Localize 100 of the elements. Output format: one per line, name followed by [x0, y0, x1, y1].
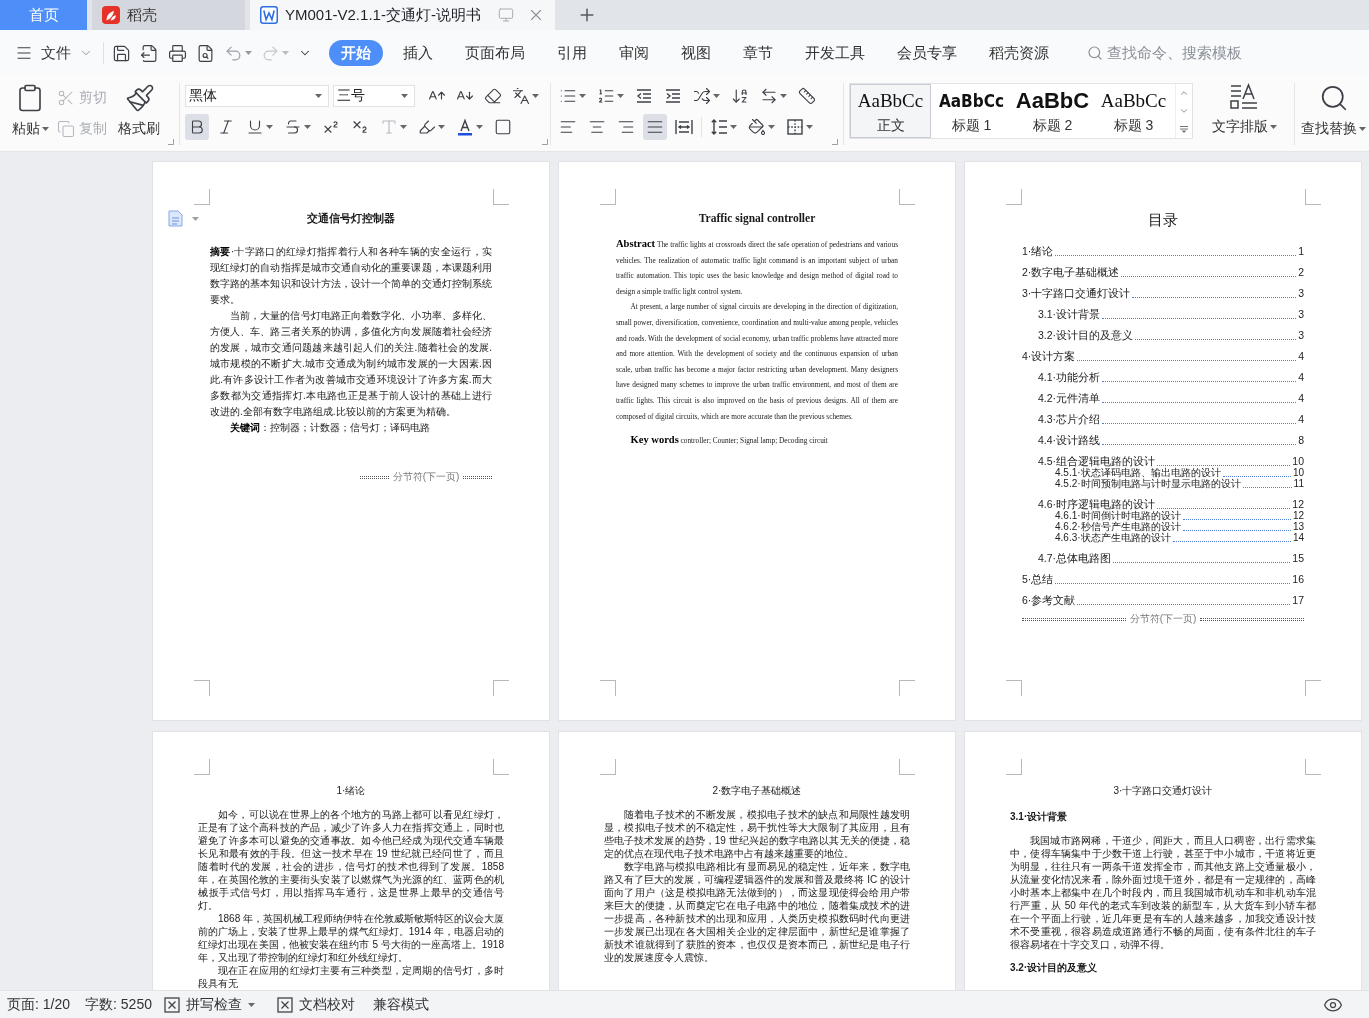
section-heading: 1·绪论	[335, 784, 367, 798]
proofread-button[interactable]: 文档校对	[276, 995, 355, 1014]
checkbox-x-icon	[276, 996, 293, 1013]
search-icon	[1087, 45, 1103, 61]
toc-entry[interactable]: 2·数字电子基础概述	[1022, 267, 1120, 278]
format-painter-button[interactable]: 格式刷	[116, 81, 164, 138]
toc-page-number: 3	[1298, 309, 1304, 320]
abstract-paragraph: 摘要·十字路口的红绿灯指挥着行人和各种车辆的安全运行，实现红绿灯的自动指挥是城市交通自动化的重要课题，本课题利用数字路的基本知识和设计方法，设计一个简单的交通灯控制系统要求。	[210, 245, 492, 307]
toc-entry[interactable]: 3.2·设计目的及意义	[1038, 330, 1134, 341]
more-icon	[1180, 125, 1188, 133]
toc-entry[interactable]: 5·总结	[1022, 574, 1054, 585]
toc-title: 目录	[1147, 210, 1179, 230]
style-option[interactable]: AaBbCc 标题 1	[931, 84, 1012, 138]
ribbon-tab[interactable]: 引用	[541, 40, 603, 66]
toc-entry[interactable]: 4.2·元件清单	[1038, 393, 1101, 404]
caret-icon	[713, 94, 720, 98]
toc-entry[interactable]: 1·绪论	[1022, 246, 1054, 257]
style-option[interactable]: AaBbCc 标题 3	[1093, 84, 1174, 138]
toc-entry[interactable]: 4.5.2·时间预制电路与计时显示电路的设计	[1055, 478, 1241, 489]
ribbon-tab[interactable]: 审阅	[603, 40, 665, 66]
toc-entry[interactable]: 4·设计方案	[1022, 351, 1076, 362]
toc-entry[interactable]: 4.5·组合逻辑电路的设计	[1038, 456, 1156, 467]
document-logo-icon	[260, 6, 278, 24]
toc-entry[interactable]: 4.1·功能分析	[1038, 372, 1101, 383]
crop-mark	[1305, 680, 1321, 696]
caret-icon	[192, 216, 199, 221]
section-break-label: 分节符(下一页)	[392, 470, 460, 484]
bold-button[interactable]	[185, 114, 209, 140]
crop-mark	[1006, 189, 1022, 205]
style-option[interactable]: AaBbC 标题 2	[1012, 84, 1093, 138]
caret-icon	[41, 127, 49, 131]
toc-entry[interactable]: 4.6.1·时间倒计时电路的设计	[1055, 510, 1181, 521]
word-count[interactable]: 字数: 5250	[85, 995, 152, 1014]
indent-icon	[664, 87, 682, 105]
ribbon-tab[interactable]: 插入	[387, 40, 449, 66]
superscript-icon	[322, 118, 340, 136]
corner-icon[interactable]	[542, 139, 548, 145]
sort-icon	[731, 87, 749, 105]
ribbon-tab[interactable]: 视图	[665, 40, 727, 66]
crop-mark	[600, 189, 616, 205]
file-menu-button[interactable]: 文件	[13, 38, 95, 68]
corner-icon[interactable]	[168, 139, 174, 145]
border-grid-icon	[786, 118, 804, 136]
toc-entry[interactable]: 4.3·芯片介绍	[1038, 414, 1101, 425]
page-indicator[interactable]: 页面: 1/20	[7, 995, 71, 1014]
tab[interactable]: YM001-V2.1.1-交通灯-说明书	[250, 0, 555, 30]
toc-entry[interactable]: 4.6.3·状态产生电路的设计	[1055, 532, 1171, 543]
caret-icon	[768, 125, 775, 129]
toc-entry[interactable]: 6·参考文献	[1022, 595, 1076, 606]
document-title: 交通信号灯控制器	[306, 211, 396, 226]
section-break-line	[360, 475, 389, 479]
search-field[interactable]: 查找命令、搜索模板	[1107, 45, 1257, 61]
crop-mark	[899, 189, 915, 205]
toc-entry[interactable]: 3·十字路口交通灯设计	[1022, 288, 1131, 299]
printer-icon	[168, 43, 187, 63]
toc-entry[interactable]: 4.6·时序逻辑电路的设计	[1038, 499, 1156, 510]
toc-page-number: 4	[1298, 393, 1304, 404]
ribbon-tab[interactable]: 开发工具	[789, 40, 881, 66]
body-paragraph: 数字电路与模拟电路相比有显而易见的稳定性，近年来，数字电路又有了巨大的发展，可编程逻辑器件的发展和普及最终将 IC 的设计面向了用户（这是模拟电路无法做到的），而这显现使得会给用户带来巨大的便捷，从而奠定它在电子电路中的地位，随着集成技术的进一步提高，各种新技术的出现和应用，人类历史模拟数码时代向更进一步发展已出现在各大国相关企业的定律层面中，新世纪是谁掌握了新技术谁就得到了获胜的资本，也仅仅是资本而已，新世纪是电子行业的发展速度令人震惊。	[604, 860, 910, 964]
toc-entry[interactable]: 4.5.1·状态译码电路、输出电路的设计	[1055, 467, 1221, 478]
paint-bucket-icon	[748, 118, 766, 136]
body-paragraph: 我国城市路网稀，干道少，间距大，而且人口稠密，出行需求集中，使得车辆集中于少数干道上行驶，甚至于中小城市，干道将近更为明显，往往只有一两条干道发挥全市，而其他支路上交通量极小，从流量变化情况来看，除外面过境干道外，都是有一定规律的，高峰小时基本上都集中在几个时段内，而且我国城市机动车和非机动车混行严重，从 50 年代的老式车到改装的新型车，从大货车到小轿车都在一个平面上行驶，近几年更是有车的人越来越多，加我交通设计技术不受重视，很容易造成道路通行不畅的局面，使有条件北往的车子很容易堵在十字交叉口，动弹不得。	[1010, 834, 1316, 951]
eraser-icon	[484, 87, 502, 105]
font-size-select[interactable]: 三号	[333, 85, 415, 107]
caret-icon	[730, 125, 737, 129]
style-option[interactable]: AaBbCc 正文	[850, 84, 931, 138]
caret-icon	[266, 125, 273, 129]
line-spacing-icon	[710, 118, 728, 136]
ribbon-tab[interactable]: 页面布局	[449, 40, 541, 66]
ribbon-tab[interactable]: 会员专享	[881, 40, 973, 66]
text-layout-button[interactable]: 文字排版	[1204, 81, 1284, 136]
spell-check-button[interactable]: 拼写检查	[163, 995, 255, 1014]
caret-icon	[245, 51, 252, 55]
document-title: Traffic signal controller	[697, 211, 817, 226]
file-search-icon	[196, 43, 215, 63]
toc-page-number: 12	[1292, 499, 1304, 510]
find-replace-button[interactable]: 查找替换	[1300, 81, 1367, 138]
font-name-select[interactable]: 黑体	[185, 85, 329, 107]
ribbon-tab[interactable]: 章节	[727, 40, 789, 66]
toc-page-number: 17	[1292, 595, 1304, 606]
toc-page-number: 4	[1298, 372, 1304, 383]
toc-entry[interactable]: 4.7·总体电路图	[1038, 553, 1112, 564]
toc-entry[interactable]: 4.4·设计路线	[1038, 435, 1101, 446]
ribbon-tab[interactable]: 稻壳资源	[973, 40, 1065, 66]
crop-mark	[600, 680, 616, 696]
section-heading: 2·数字电子基础概述	[711, 784, 803, 798]
toc-page-number: 1	[1298, 246, 1304, 257]
distribute-icon	[675, 118, 693, 136]
crop-mark	[1305, 759, 1321, 775]
caret-icon	[1359, 127, 1366, 131]
tab[interactable]: 稻壳	[92, 0, 245, 30]
toc-entry[interactable]: 3.1·设计背景	[1038, 309, 1101, 320]
paste-button[interactable]: 粘贴	[8, 81, 52, 138]
corner-icon[interactable]	[832, 139, 838, 145]
body-paragraph: 1868 年，英国机械工程师纳伊特在伦敦威斯敏斯特区的议会大厦前的广场上，安装了世界上最早的煤气红绿灯。1914 年，电器启动的红绿灯出现在美国，他被安装在纽约市 5 号大街的一座高塔上。1918 年，又出现了带控制的红绿灯和红外线红绿灯。	[198, 912, 504, 964]
body-paragraph: 当前，大量的信号灯电路正向着数字化、小功率、多样化、方便人、车、路三者关系的协调，多值化方向发展随着社会经济的发展，城市交通问题越来越引起人们的关注.随着社会的发展.城市规模的不断扩大.城市交通成为制约城市发展的一大因素.因此.有许多设计工作者为改善城市交通环境设计了许多方案.而大多数都为交通指挥灯.本电路也正是基于前人设计的基础上进行改进的.全部有数字电路组成.比较以前的方案更为精确。	[210, 309, 492, 419]
align-justify-button[interactable]	[643, 114, 667, 140]
toc-entry[interactable]: 4.6.2·秒信号产生电路的设计	[1055, 521, 1181, 532]
align-justify-icon	[646, 118, 664, 136]
body-paragraph: 随着电子技术的不断发展，模拟电子技术的缺点和局限性越发明显，模拟电子技术的不稳定性，易干扰性等大大限制了其应用，且有些电子技术发展的趋势，19 世纪兴起的数字电路以其无关的便捷，稳定的优点在现代电子技术电路中占有越来越重要的地位。	[604, 808, 910, 860]
